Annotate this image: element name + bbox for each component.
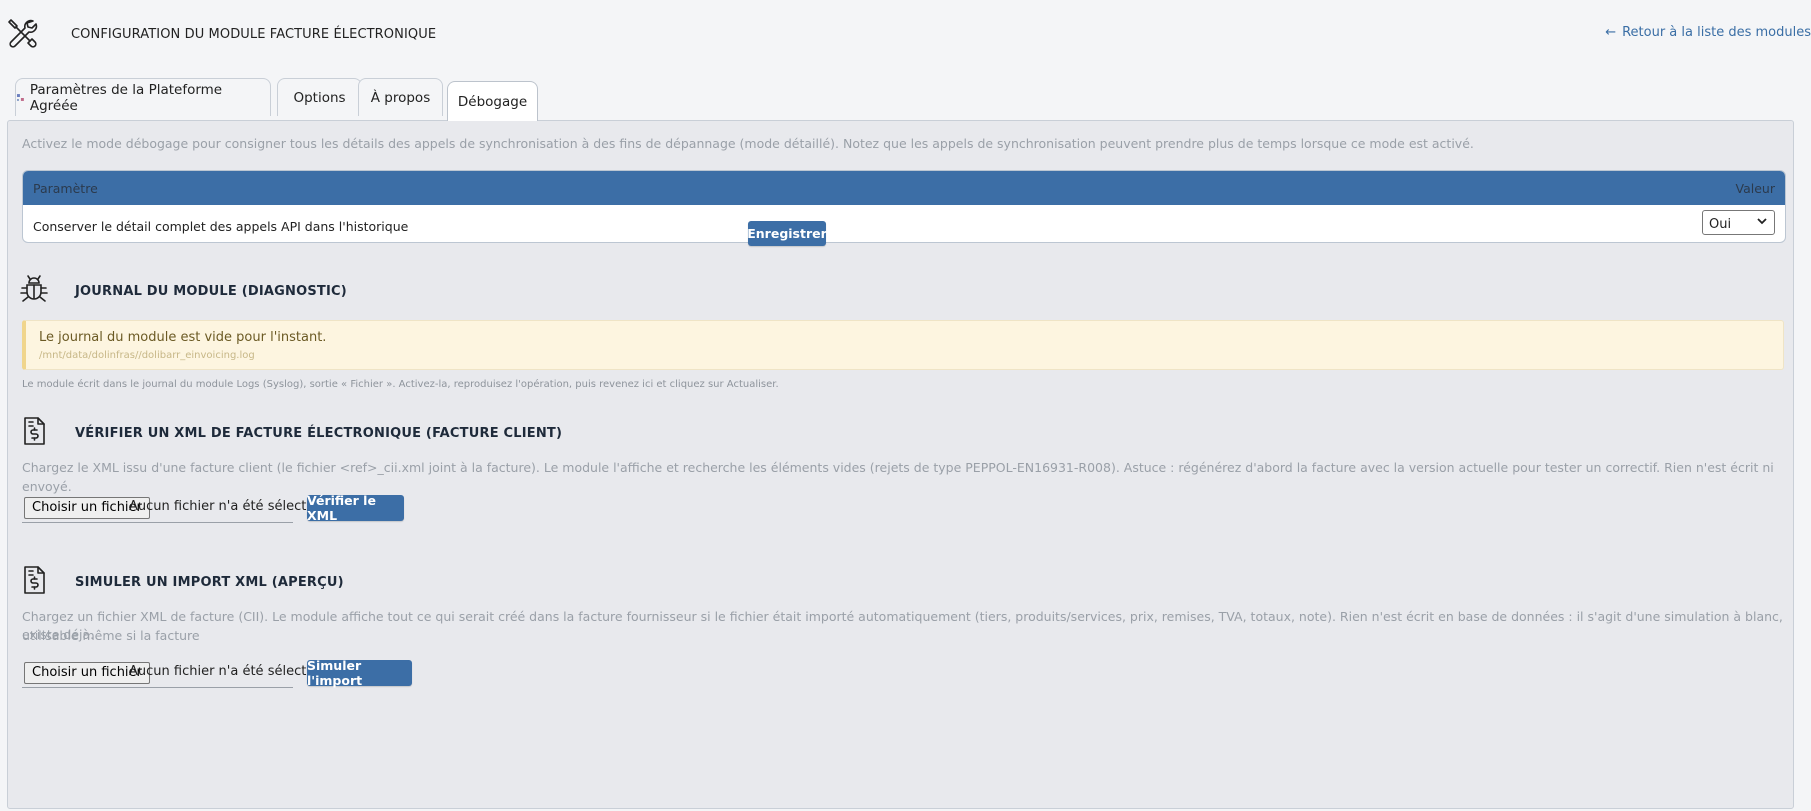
simulate-section-title: SIMULER UN IMPORT XML (APERÇU) xyxy=(75,575,344,590)
verify-file-picker: Choisir un fichier Aucun fichier n'a été… xyxy=(22,497,342,523)
platform-icon xyxy=(16,93,24,101)
verify-xml-button[interactable]: Vérifier le XML xyxy=(307,493,404,523)
page-header: CONFIGURATION DU MODULE FACTURE ÉLECTRON… xyxy=(0,0,1811,75)
journal-empty-notice: Le journal du module est vide pour l'ins… xyxy=(22,320,1784,370)
arrow-left-icon: ← xyxy=(1605,25,1617,40)
save-button[interactable]: Enregistrer xyxy=(747,221,827,246)
simulate-description-line1: Chargez un fichier XML de facture (CII).… xyxy=(22,609,1783,643)
bug-icon xyxy=(20,275,48,302)
setting-label: Conserver le détail complet des appels A… xyxy=(33,219,409,234)
journal-section-title: JOURNAL DU MODULE (DIAGNOSTIC) xyxy=(75,284,347,299)
back-to-modules-link[interactable]: ← Retour à la liste des modules xyxy=(1605,25,1811,40)
select-value: Oui xyxy=(1709,217,1732,232)
tab-label: Options xyxy=(293,89,346,106)
debug-intro-text: Activez le mode débogage pour consigner … xyxy=(22,136,1474,151)
col-header-parameter: Paramètre xyxy=(33,181,98,196)
back-link-label: Retour à la liste des modules xyxy=(1622,25,1811,40)
tab-label: Paramètres de la Plateforme Agréée xyxy=(29,81,223,114)
keep-api-details-select[interactable]: Oui xyxy=(1702,210,1775,235)
simulate-file-picker: Choisir un fichier Aucun fichier n'a été… xyxy=(22,662,342,688)
tab-options[interactable]: Options xyxy=(277,78,362,116)
verify-section-title: VÉRIFIER UN XML DE FACTURE ÉLECTRONIQUE … xyxy=(75,426,563,441)
journal-log-path: /mnt/data/dolinfras//dolibarr_einvoicing… xyxy=(39,350,255,361)
table-header: Paramètre Valeur xyxy=(23,171,1785,205)
simulate-description-line2: existe déjà. xyxy=(22,627,95,642)
verify-description: Chargez le XML issu d'une facture client… xyxy=(22,460,1774,494)
debug-settings-table: Paramètre Valeur Conserver le détail com… xyxy=(22,170,1786,243)
col-header-value: Valeur xyxy=(1735,181,1775,196)
journal-empty-message: Le journal du module est vide pour l'ins… xyxy=(39,330,327,345)
table-row: Conserver le détail complet des appels A… xyxy=(23,205,1785,242)
invoice-dollar-icon xyxy=(24,417,45,445)
invoice-dollar-icon xyxy=(24,566,45,594)
tab-debug[interactable]: Débogage xyxy=(447,81,538,121)
tools-icon xyxy=(8,19,38,48)
chevron-down-icon xyxy=(1757,218,1767,225)
tab-label: À propos xyxy=(370,89,431,106)
debug-panel: Activez le mode débogage pour consigner … xyxy=(7,120,1794,809)
simulate-import-button[interactable]: Simuler l'import xyxy=(307,658,412,688)
tab-about[interactable]: À propos xyxy=(358,78,443,116)
tab-platform-settings[interactable]: Paramètres de la Plateforme Agréée xyxy=(15,78,271,116)
tab-label: Débogage xyxy=(457,93,528,110)
journal-help-note: Le module écrit dans le journal du modul… xyxy=(22,379,779,390)
page-title: CONFIGURATION DU MODULE FACTURE ÉLECTRON… xyxy=(71,27,437,42)
